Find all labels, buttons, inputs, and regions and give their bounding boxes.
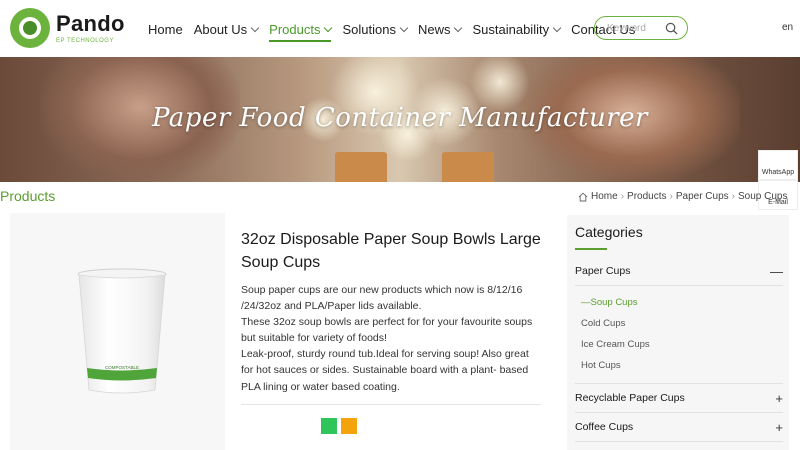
product-description: Soup paper cups are our new products whi…: [241, 282, 541, 395]
product-cup-image[interactable]: COMPOSTABLE: [76, 268, 168, 396]
expand-icon[interactable]: +: [775, 420, 783, 435]
search-box: [594, 16, 688, 40]
product-description-text: Soup paper cups are our new products whi…: [241, 284, 533, 393]
expand-icon[interactable]: +: [775, 391, 783, 406]
nav-home[interactable]: Home: [148, 20, 183, 38]
banner-title: Paper Food Container Manufacturer: [151, 103, 648, 133]
divider: [575, 285, 783, 286]
subcategory-cold-cups[interactable]: Cold Cups: [581, 318, 625, 329]
category-label: Recyclable Paper Cups: [575, 392, 685, 404]
search-icon[interactable]: [665, 22, 678, 35]
divider: [575, 383, 783, 384]
site-header: Pando EP TECHNOLOGY Home About Us Produc…: [0, 0, 800, 57]
category-label: Paper Cups: [575, 265, 631, 277]
nav-products-label: Products: [269, 21, 321, 37]
brand-name: Pando: [56, 11, 125, 36]
nav-about-label: About Us: [193, 21, 248, 37]
subcategory-label: Ice Cream Cups: [581, 339, 650, 350]
chevron-down-icon: [399, 23, 409, 32]
logo[interactable]: Pando EP TECHNOLOGY: [10, 8, 130, 50]
hero-banner: Paper Food Container Manufacturer: [0, 57, 800, 182]
chevron-down-icon: [324, 23, 333, 32]
category-recyclable-paper-cups[interactable]: Recyclable Paper Cups +: [575, 391, 783, 406]
divider: [241, 404, 541, 405]
brand-tagline: EP TECHNOLOGY: [56, 38, 114, 44]
nav-home-label: Home: [148, 21, 183, 37]
active-indicator: —: [581, 297, 591, 308]
category-paper-cups[interactable]: Paper Cups —: [575, 264, 783, 279]
category-label: Coffee Cups: [575, 421, 634, 433]
subcategory-hot-cups[interactable]: Hot Cups: [581, 360, 621, 371]
nav-solutions[interactable]: Solutions: [342, 20, 409, 38]
color-swatch-orange[interactable]: [341, 418, 357, 434]
logo-mark-icon: [10, 8, 50, 48]
language-switcher[interactable]: en: [782, 22, 793, 33]
categories-panel: Categories Paper Cups — —Soup Cups Cold …: [567, 215, 789, 450]
subcategory-label: Soup Cups: [590, 297, 638, 308]
chevron-down-icon: [250, 23, 260, 32]
main-nav: Home About Us Products Solutions News Su…: [148, 20, 646, 42]
subcategory-ice-cream-cups[interactable]: Ice Cream Cups: [581, 339, 650, 350]
cup-label: COMPOSTABLE: [105, 365, 139, 370]
subcategory-soup-cups[interactable]: —Soup Cups: [581, 297, 638, 308]
whatsapp-tab[interactable]: WhatsApp: [758, 150, 798, 180]
heading-underline: [575, 248, 607, 250]
chevron-down-icon: [552, 23, 562, 32]
categories-heading: Categories: [575, 224, 643, 240]
breadcrumb-products[interactable]: Products: [627, 191, 666, 202]
breadcrumb-paper-cups[interactable]: Paper Cups: [676, 191, 729, 202]
product-image-card: COMPOSTABLE: [10, 213, 225, 450]
subcategory-label: Hot Cups: [581, 360, 621, 371]
nav-products[interactable]: Products: [269, 20, 333, 42]
search-input[interactable]: [607, 21, 663, 35]
banner-cup: [442, 152, 494, 182]
collapse-icon[interactable]: —: [770, 264, 783, 279]
banner-cup: [335, 152, 387, 182]
nav-news-label: News: [417, 21, 451, 37]
breadcrumb-soup-cups[interactable]: Soup Cups: [738, 191, 787, 202]
divider: [575, 441, 783, 442]
color-swatch-green[interactable]: [321, 418, 337, 434]
nav-sustainability-label: Sustainability: [472, 21, 550, 37]
breadcrumb-separator-icon: ›: [669, 191, 673, 202]
product-title: 32oz Disposable Paper Soup Bowls Large S…: [241, 231, 541, 271]
chevron-down-icon: [454, 23, 463, 32]
breadcrumb: Home › Products › Paper Cups › Soup Cups: [578, 191, 800, 202]
breadcrumb-separator-icon: ›: [731, 191, 735, 202]
subcategory-label: Cold Cups: [581, 318, 626, 329]
divider: [575, 412, 783, 413]
nav-sustainability[interactable]: Sustainability: [472, 20, 562, 38]
section-title: Products: [0, 188, 56, 204]
home-icon: [578, 192, 588, 201]
whatsapp-label: WhatsApp: [761, 169, 795, 176]
nav-news[interactable]: News: [417, 20, 463, 38]
breadcrumb-separator-icon: ›: [620, 191, 625, 202]
breadcrumb-home[interactable]: Home: [591, 191, 618, 202]
nav-solutions-label: Solutions: [342, 21, 396, 37]
nav-about-us[interactable]: About Us: [193, 20, 260, 38]
category-coffee-cups[interactable]: Coffee Cups +: [575, 420, 783, 435]
